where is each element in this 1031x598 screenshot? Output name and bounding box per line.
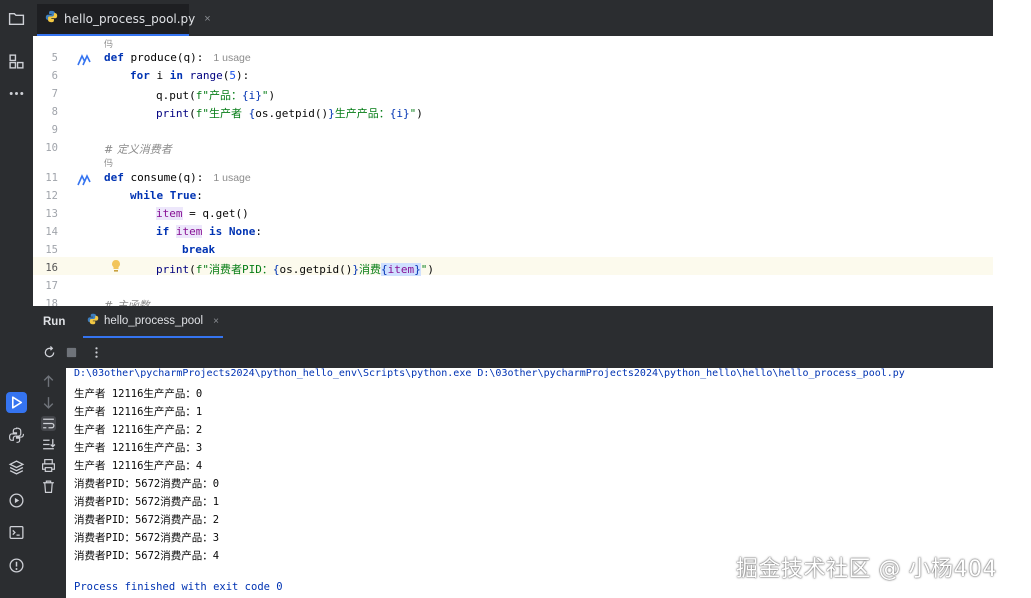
line-number: 10 (45, 142, 58, 154)
line-number: 11 (45, 172, 58, 184)
run-tab-label: hello_process_pool (104, 315, 204, 327)
line-number: 12 (45, 190, 58, 202)
console-output-line: 消费者PID：5672消费产品：1 (74, 496, 220, 508)
line-number: 16 (45, 262, 58, 274)
more-vertical-icon[interactable] (90, 346, 103, 359)
code-line: for i in range(5): (130, 69, 250, 82)
editor-tab-bar: hello_process_pool.py × (33, 0, 993, 36)
code-line: break (182, 243, 216, 256)
more-options-icon[interactable] (6, 83, 27, 104)
console-output-line: 消费者PID：5672消费产品：2 (74, 514, 220, 526)
author-mark: 㐷 (104, 158, 114, 168)
implementation-marker-icon[interactable] (77, 54, 91, 66)
lightbulb-icon[interactable] (110, 259, 122, 273)
python-file-icon (45, 10, 58, 28)
process-exit-message: Process finished with exit code 0 (74, 581, 283, 593)
console-output-line: 消费者PID：5672消费产品：3 (74, 532, 220, 544)
problems-icon[interactable] (6, 555, 27, 576)
close-tab-icon[interactable]: × (204, 13, 210, 25)
layers-icon[interactable] (6, 457, 27, 478)
console-side-toolbar (33, 368, 66, 598)
run-tool-icon[interactable] (6, 392, 27, 413)
line-number: 5 (51, 52, 58, 64)
code-line: item = q.get() (156, 207, 249, 220)
structure-icon[interactable] (6, 51, 27, 72)
run-config-tab[interactable]: hello_process_pool × (83, 306, 223, 338)
python-file-icon (87, 312, 99, 330)
line-number: 7 (51, 88, 58, 100)
tab-hello-process-pool[interactable]: hello_process_pool.py × (37, 4, 211, 36)
watermark: 掘金技术社区 @ 小杨404 (736, 557, 997, 582)
scroll-down-icon[interactable] (41, 395, 56, 410)
scroll-up-icon[interactable] (41, 374, 56, 389)
code-line: print(f"生产者 {os.getpid()}生产产品：{i}") (156, 107, 423, 120)
comment-line: # 主函数 (104, 299, 150, 306)
usage-hint[interactable]: 1 usage (213, 52, 250, 64)
line-number: 9 (51, 124, 58, 136)
terminal-icon[interactable] (6, 522, 27, 543)
console-command-line: D:\03other\pycharmProjects2024\python_he… (74, 368, 905, 379)
right-margin (993, 0, 1031, 598)
activity-bar (0, 0, 33, 598)
services-icon[interactable] (6, 490, 27, 511)
code-line: q.put(f"产品：{i}") (156, 89, 276, 102)
line-number: 15 (45, 244, 58, 256)
console-output-line: 生产者 12116生产产品：2 (74, 424, 203, 436)
print-icon[interactable] (41, 458, 56, 473)
console-output-line: 生产者 12116生产产品：0 (74, 388, 203, 400)
console-toolbar (33, 338, 993, 368)
code-editor[interactable]: 㐷 5 def produce(q): 1 usage 6 for i in ra… (33, 36, 993, 306)
author-mark: 㐷 (104, 39, 114, 49)
console-output-line: 消费者PID：5672消费产品：4 (74, 550, 220, 562)
project-folder-icon[interactable] (6, 8, 27, 29)
console-output-line: 生产者 12116生产产品：4 (74, 460, 203, 472)
line-number: 14 (45, 226, 58, 238)
tab-label: hello_process_pool.py (64, 12, 196, 26)
run-panel-title: Run (43, 316, 66, 328)
code-line: def produce(q): 1 usage (104, 51, 251, 64)
line-number: 8 (51, 106, 58, 118)
console-output-line: 消费者PID：5672消费产品：0 (74, 478, 220, 490)
run-tool-window-header: Run hello_process_pool × (33, 306, 993, 338)
usage-hint[interactable]: 1 usage (213, 172, 250, 184)
line-number: 18 (45, 298, 58, 306)
code-line: def consume(q): 1 usage (104, 171, 251, 184)
implementation-marker-icon[interactable] (77, 174, 91, 186)
stop-icon[interactable] (65, 346, 78, 359)
soft-wrap-icon[interactable] (41, 416, 56, 431)
scroll-to-end-icon[interactable] (41, 437, 56, 452)
clear-all-trash-icon[interactable] (41, 479, 56, 494)
console-output-line: 生产者 12116生产产品：3 (74, 442, 203, 454)
rerun-icon[interactable] (43, 346, 56, 359)
line-number: 6 (51, 70, 58, 82)
console-output-line: 生产者 12116生产产品：1 (74, 406, 203, 418)
code-line: while True: (130, 189, 203, 202)
line-number: 17 (45, 280, 58, 292)
line-number: 13 (45, 208, 58, 220)
close-run-tab-icon[interactable]: × (213, 316, 219, 327)
code-line: print(f"消费者PID：{os.getpid()}消费{item}") (156, 263, 434, 276)
comment-line: # 定义消费者 (104, 143, 172, 156)
python-console-icon[interactable] (6, 425, 27, 446)
code-line: if item is None: (156, 225, 262, 238)
